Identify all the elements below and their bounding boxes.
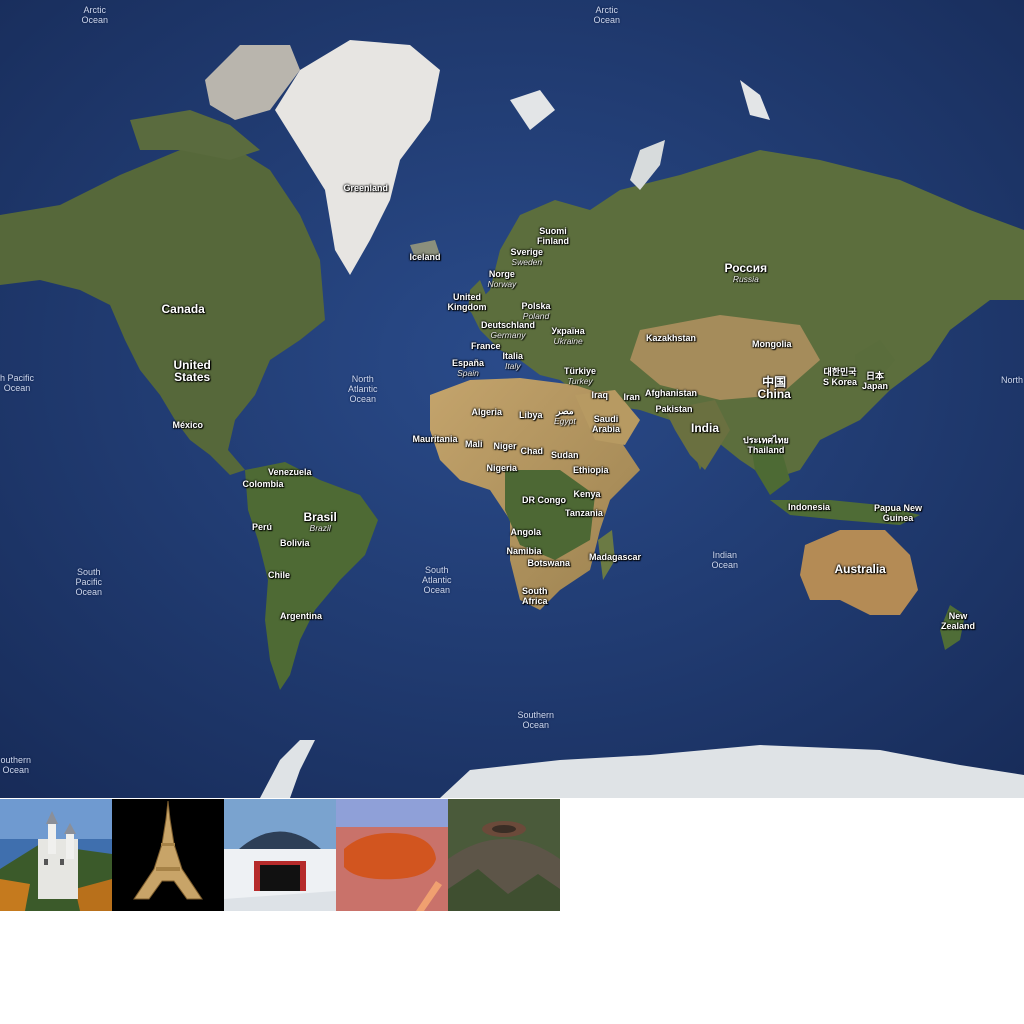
dome-thumbnail[interactable] <box>224 799 336 911</box>
castle-icon <box>0 799 112 911</box>
thumbnail-strip <box>0 799 560 911</box>
tower-icon <box>112 799 224 911</box>
volcano-icon <box>448 799 560 911</box>
tower-thumbnail[interactable] <box>112 799 224 911</box>
world-map[interactable]: Arctic Ocean Arctic Ocean Greenland Iceland… <box>0 0 1024 798</box>
rock-icon <box>336 799 448 911</box>
dome-icon <box>224 799 336 911</box>
volcano-thumbnail[interactable] <box>448 799 560 911</box>
castle-thumbnail[interactable] <box>0 799 112 911</box>
map-base-layer <box>0 0 1024 798</box>
rock-thumbnail[interactable] <box>336 799 448 911</box>
